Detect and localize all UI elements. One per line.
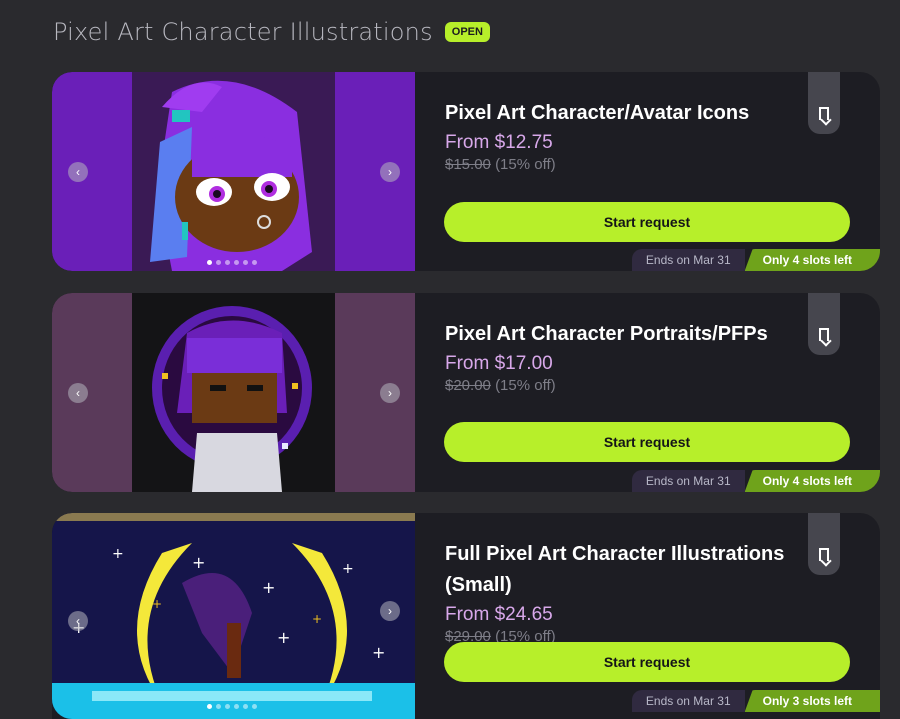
carousel-dot[interactable] xyxy=(207,704,212,709)
svg-text:+: + xyxy=(342,561,354,577)
moon-illustration-image: + + + + + + + + + xyxy=(52,513,415,719)
carousel-dot[interactable] xyxy=(216,260,221,265)
carousel-dot[interactable] xyxy=(252,704,257,709)
offer-meta: Ends on Mar 31 Only 4 slots left xyxy=(631,249,880,271)
offer-title[interactable]: Pixel Art Character/Avatar Icons xyxy=(445,98,815,129)
chevron-left-icon: ‹ xyxy=(76,614,80,628)
carousel-prev-button[interactable]: ‹ xyxy=(68,382,88,403)
ends-label: Ends on Mar 31 xyxy=(631,249,745,271)
carousel-dot[interactable] xyxy=(216,704,221,709)
offer-title[interactable]: Pixel Art Character Portraits/PFPs xyxy=(445,319,815,350)
start-request-button[interactable]: Start request xyxy=(444,422,850,462)
strikethrough-price: $20.00 xyxy=(445,377,491,394)
chevron-left-icon: ‹ xyxy=(76,385,80,400)
carousel-dot[interactable] xyxy=(243,260,248,265)
original-price: $20.00 (15% off) xyxy=(445,377,815,394)
offer-card: ‹ › Pixel Art Character Portraits/PFPs F… xyxy=(52,293,880,492)
svg-text:+: + xyxy=(277,628,290,647)
carousel-next-button[interactable]: › xyxy=(380,601,400,621)
slots-badge: Only 4 slots left xyxy=(744,470,880,492)
image-carousel: + + + + + + + + + ‹ › xyxy=(52,513,415,719)
svg-text:+: + xyxy=(152,597,162,611)
carousel-dot[interactable] xyxy=(252,260,257,265)
svg-text:+: + xyxy=(192,553,205,572)
carousel-dot[interactable] xyxy=(234,704,239,709)
image-carousel: ‹ › xyxy=(52,72,415,271)
bookmark-icon xyxy=(819,548,829,561)
carousel-prev-button[interactable]: ‹ xyxy=(68,161,88,182)
chevron-left-icon: ‹ xyxy=(76,164,80,179)
discount-label: (15% off) xyxy=(495,377,556,394)
carousel-dot[interactable] xyxy=(225,260,230,265)
carousel-dot[interactable] xyxy=(225,704,230,709)
carousel-next-button[interactable]: › xyxy=(380,161,400,182)
bookmark-button[interactable] xyxy=(808,293,840,355)
character-portrait-image xyxy=(132,293,335,492)
discount-label: (15% off) xyxy=(495,156,556,173)
svg-text:+: + xyxy=(262,578,275,597)
svg-text:+: + xyxy=(112,546,124,562)
offer-info: Full Pixel Art Character Illustrations (… xyxy=(445,539,815,645)
offer-info: Pixel Art Character Portraits/PFPs From … xyxy=(445,319,815,394)
page-header: Pixel Art Character Illustrations OPEN xyxy=(53,18,490,46)
offer-meta: Ends on Mar 31 Only 4 slots left xyxy=(631,470,880,492)
chevron-right-icon: › xyxy=(388,385,392,400)
offer-meta: Ends on Mar 31 Only 3 slots left xyxy=(631,690,880,712)
ends-label: Ends on Mar 31 xyxy=(631,470,745,492)
bookmark-button[interactable] xyxy=(808,72,840,134)
offer-card: ‹ › Pixel Art Character/Avatar Icons Fro… xyxy=(52,72,880,271)
bookmark-icon xyxy=(819,107,829,120)
carousel-dots xyxy=(207,260,257,265)
offer-price: From $12.75 xyxy=(445,132,553,153)
image-carousel: ‹ › xyxy=(52,293,415,492)
slots-badge: Only 3 slots left xyxy=(744,690,880,712)
carousel-dots xyxy=(207,704,257,709)
offer-price: From $24.65 xyxy=(445,604,553,625)
carousel-dot[interactable] xyxy=(243,704,248,709)
carousel-dot[interactable] xyxy=(234,260,239,265)
start-request-button[interactable]: Start request xyxy=(444,642,850,682)
start-request-button[interactable]: Start request xyxy=(444,202,850,242)
offer-info: Pixel Art Character/Avatar Icons From $1… xyxy=(445,98,815,173)
chevron-right-icon: › xyxy=(388,604,392,618)
offer-price: From $17.00 xyxy=(445,353,553,374)
page-title: Pixel Art Character Illustrations xyxy=(53,18,433,46)
svg-text:+: + xyxy=(372,643,385,662)
ends-label: Ends on Mar 31 xyxy=(631,690,745,712)
bookmark-button[interactable] xyxy=(808,513,840,575)
offer-title[interactable]: Full Pixel Art Character Illustrations (… xyxy=(445,539,815,601)
bookmark-icon xyxy=(819,328,829,341)
original-price: $15.00 (15% off) xyxy=(445,156,815,173)
chevron-right-icon: › xyxy=(388,164,392,179)
character-avatar-image xyxy=(132,72,335,271)
status-badge: OPEN xyxy=(444,22,490,42)
strikethrough-price: $15.00 xyxy=(445,156,491,173)
carousel-prev-button[interactable]: ‹ xyxy=(68,611,88,631)
svg-text:+: + xyxy=(312,612,322,626)
carousel-dot[interactable] xyxy=(207,260,212,265)
slots-badge: Only 4 slots left xyxy=(744,249,880,271)
offer-card: + + + + + + + + + ‹ › Full Pixel Art Cha… xyxy=(52,513,880,719)
carousel-next-button[interactable]: › xyxy=(380,382,400,403)
